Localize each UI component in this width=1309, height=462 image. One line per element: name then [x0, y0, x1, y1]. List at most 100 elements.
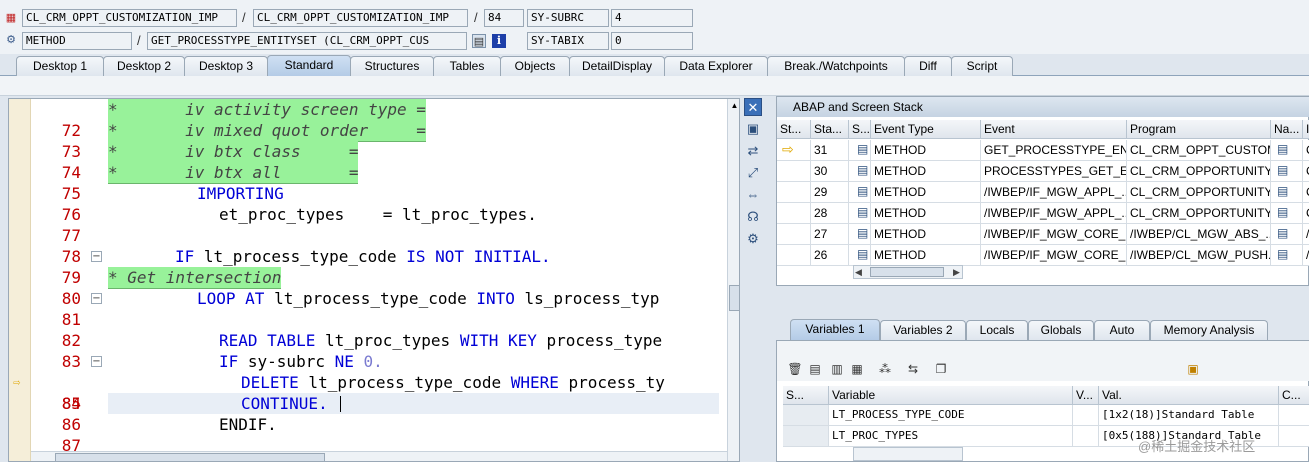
tab-tables[interactable]: Tables — [433, 56, 501, 76]
fold-toggle-icon[interactable]: − — [91, 251, 102, 262]
tab-locals[interactable]: Locals — [966, 320, 1028, 340]
navigate-icon[interactable]: ⇆ — [905, 361, 921, 377]
tab-data-explorer[interactable]: Data Explorer — [664, 56, 768, 76]
column-header[interactable]: V... — [1073, 386, 1099, 405]
stack-program[interactable]: CL_CRM_OPPORTUNITY... — [1127, 182, 1271, 203]
scroll-thumb[interactable] — [870, 267, 944, 277]
stack-horizontal-scrollbar[interactable] — [853, 265, 963, 279]
source-code-editor[interactable]: 72 * iv activity screen type = 73 * iv m… — [8, 98, 740, 462]
navigate-icon[interactable]: ▤ — [1277, 184, 1288, 198]
navigate-icon[interactable]: ▤ — [1277, 163, 1288, 177]
tab-detaildisplay[interactable]: DetailDisplay — [569, 56, 665, 76]
stack-marker-cell[interactable] — [777, 245, 811, 266]
sysfield-1[interactable]: SY-SUBRC — [527, 9, 609, 27]
services-icon[interactable]: ☊ — [744, 208, 762, 226]
stack-event[interactable]: PROCESSTYPES_GET_E... — [981, 161, 1127, 182]
stack-level[interactable]: 28 — [811, 203, 849, 224]
stack-level[interactable]: 30 — [811, 161, 849, 182]
tab-desktop-1[interactable]: Desktop 1 — [16, 56, 104, 76]
stack-program[interactable]: CL_CRM_OPPT_CUSTOM... — [1127, 140, 1271, 161]
stack-level[interactable]: 29 — [811, 182, 849, 203]
tab-memory-analysis[interactable]: Memory Analysis — [1150, 320, 1268, 340]
column-header[interactable]: S... — [849, 120, 871, 139]
column-header[interactable]: I — [1303, 120, 1309, 139]
editor-horizontal-scrollbar[interactable] — [31, 451, 727, 461]
navigate-icon[interactable]: ▤ — [1277, 205, 1288, 219]
maximize-icon[interactable]: ⤢ — [744, 164, 762, 182]
stack-i-cell[interactable]: / — [1303, 224, 1309, 245]
tab-structures[interactable]: Structures — [350, 56, 434, 76]
copy-icon[interactable]: ❐ — [933, 361, 949, 377]
column-header[interactable]: Program — [1127, 120, 1271, 139]
variable-value[interactable]: [1x2(18)]Standard Table — [1099, 405, 1279, 426]
stack-marker-cell[interactable] — [777, 203, 811, 224]
stack-level[interactable]: 31 — [811, 140, 849, 161]
stack-i-cell[interactable]: C — [1303, 140, 1309, 161]
tab-script[interactable]: Script — [951, 56, 1013, 76]
fold-toggle-icon[interactable]: − — [91, 293, 102, 304]
tab-objects[interactable]: Objects — [500, 56, 570, 76]
stack-event[interactable]: /IWBEP/IF_MGW_APPL_... — [981, 182, 1127, 203]
stack-program[interactable]: CL_CRM_OPPORTUNITY... — [1127, 203, 1271, 224]
include-field[interactable]: CL_CRM_OPPT_CUSTOMIZATION_IMP — [253, 9, 468, 27]
stack-marker-cell[interactable] — [777, 224, 811, 245]
column-header[interactable]: Event Type — [871, 120, 981, 139]
new-tool-icon[interactable]: ▣ — [744, 120, 762, 138]
sysvalue-2[interactable]: 0 — [611, 32, 693, 50]
variable-name[interactable]: LT_PROC_TYPES — [829, 426, 1073, 447]
navigate-icon[interactable]: ▤ — [1277, 226, 1288, 240]
stack-program[interactable]: /IWBEP/CL_MGW_ABS_... — [1127, 224, 1271, 245]
column-header[interactable]: S... — [783, 386, 829, 405]
tab-auto[interactable]: Auto — [1094, 320, 1150, 340]
stack-program[interactable]: CL_CRM_OPPORTUNITY... — [1127, 161, 1271, 182]
program-field[interactable]: CL_CRM_OPPT_CUSTOMIZATION_IMP — [22, 9, 237, 27]
column-header[interactable]: C... — [1279, 386, 1309, 405]
event-name-field[interactable]: GET_PROCESSTYPE_ENTITYSET (CL_CRM_OPPT_C… — [147, 32, 467, 50]
stack-marker-cell[interactable] — [777, 182, 811, 203]
stack-i-cell[interactable]: C — [1303, 161, 1309, 182]
column-header[interactable]: St... — [777, 120, 811, 139]
tab-breakpoints[interactable]: Break./Watchpoints — [767, 56, 905, 76]
variables-horizontal-scrollbar[interactable] — [853, 447, 963, 461]
details-icon[interactable]: ▥ — [829, 361, 845, 377]
column-header[interactable]: Na... — [1271, 120, 1303, 139]
navigate-icon[interactable]: ▤ — [1277, 247, 1288, 261]
line-field[interactable]: 84 — [484, 9, 524, 27]
stack-level[interactable]: 27 — [811, 224, 849, 245]
scroll-thumb[interactable] — [55, 453, 325, 461]
tab-standard[interactable]: Standard — [267, 55, 351, 76]
tab-globals[interactable]: Globals — [1028, 320, 1094, 340]
stack-i-cell[interactable]: C — [1303, 182, 1309, 203]
variable-name[interactable]: LT_PROCESS_TYPE_CODE — [829, 405, 1073, 426]
info-icon[interactable]: i — [492, 34, 506, 48]
stack-event-type[interactable]: METHOD — [871, 161, 981, 182]
document-icon[interactable]: ▤ — [807, 361, 823, 377]
display-icon[interactable]: ▤ — [472, 34, 486, 48]
tab-variables-2[interactable]: Variables 2 — [880, 320, 966, 340]
close-icon[interactable]: ✕ — [744, 98, 762, 116]
column-header[interactable]: Variable — [829, 386, 1073, 405]
scroll-up-icon[interactable]: ▲ — [729, 101, 739, 111]
stack-event-type[interactable]: METHOD — [871, 182, 981, 203]
delete-icon[interactable]: 🗑 — [787, 361, 803, 377]
stack-event[interactable]: /IWBEP/IF_MGW_CORE_... — [981, 245, 1127, 266]
column-header[interactable]: Sta... — [811, 120, 849, 139]
fold-toggle-icon[interactable]: − — [91, 356, 102, 367]
resize-icon[interactable]: ⇔ — [744, 186, 762, 204]
stack-event-type[interactable]: METHOD — [871, 140, 981, 161]
scroll-left-icon[interactable]: ◀ — [855, 267, 862, 278]
breakpoint-gutter[interactable] — [9, 99, 31, 461]
stack-i-cell[interactable]: / — [1303, 245, 1309, 266]
navigate-icon[interactable]: ▤ — [1277, 142, 1288, 156]
stack-event-type[interactable]: METHOD — [871, 224, 981, 245]
event-type-field[interactable]: METHOD — [22, 32, 132, 50]
editor-vertical-scrollbar[interactable]: ▲ — [727, 99, 739, 461]
stack-marker-cell[interactable] — [777, 161, 811, 182]
sysfield-2[interactable]: SY-TABIX — [527, 32, 609, 50]
save-icon[interactable]: ▣ — [1185, 361, 1201, 377]
tab-variables-1[interactable]: Variables 1 — [790, 319, 880, 340]
tab-diff[interactable]: Diff — [904, 56, 952, 76]
row-selector[interactable] — [783, 426, 829, 447]
scroll-thumb[interactable] — [729, 285, 739, 311]
row-selector[interactable] — [783, 405, 829, 426]
